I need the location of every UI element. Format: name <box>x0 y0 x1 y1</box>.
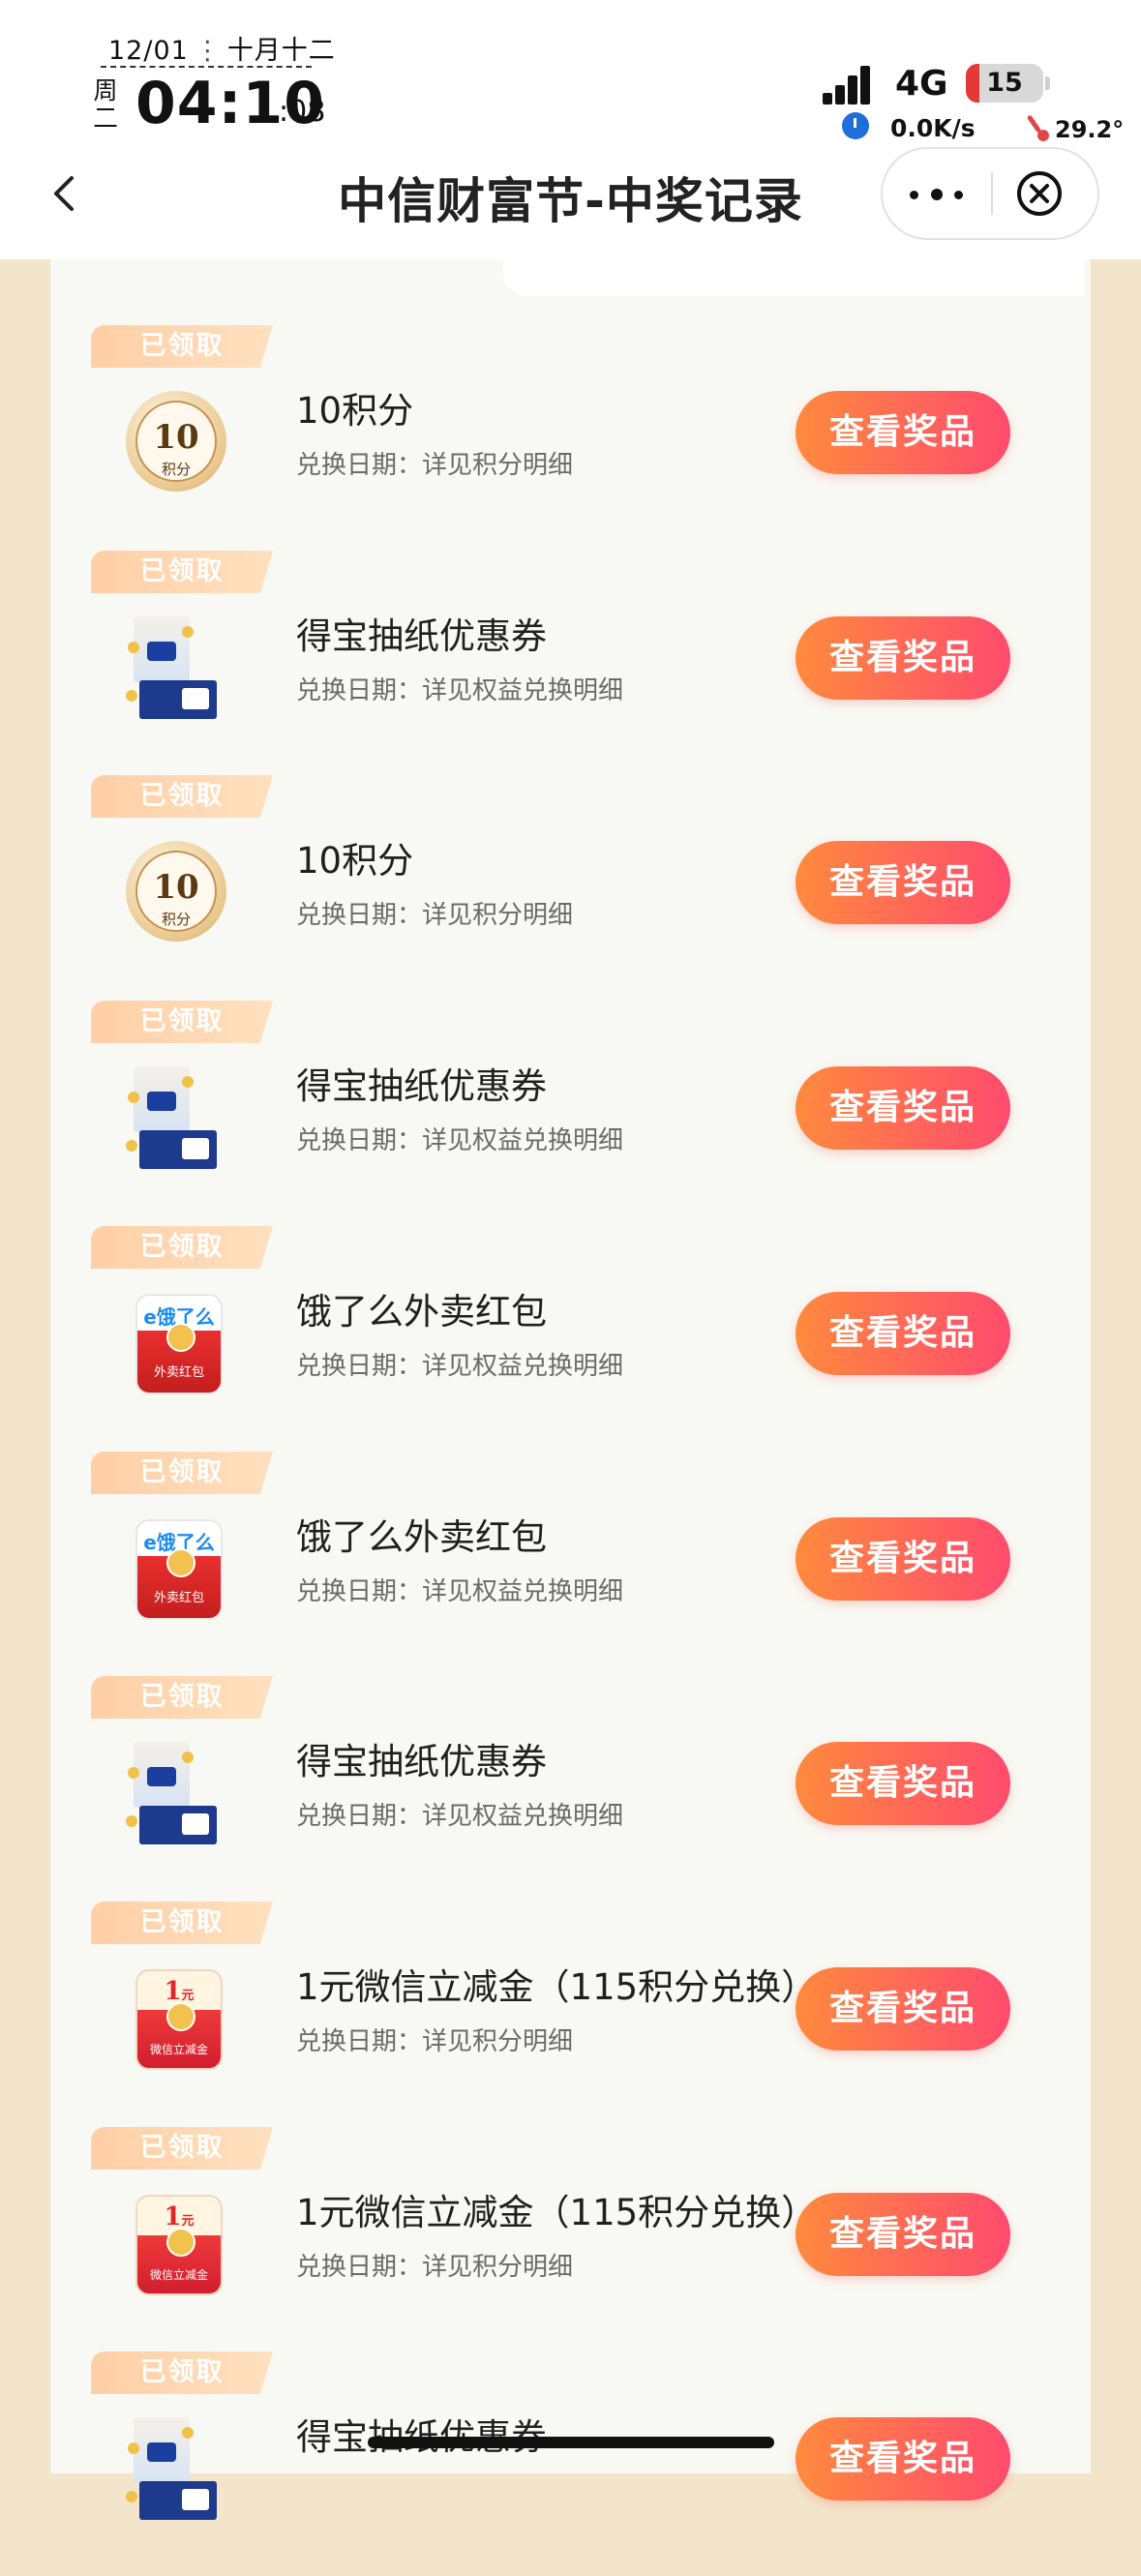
status-date: 12/01 ⋮ 十月十二 <box>108 36 336 66</box>
prize-name: 得宝抽纸优惠券 <box>296 1065 547 1107</box>
prize-name: 1元微信立减金（115积分兑换） <box>296 1966 818 2008</box>
points-coin-icon: 10 积分 <box>122 387 230 495</box>
prize-name: 10积分 <box>296 390 414 432</box>
view-prize-button[interactable]: 查看奖品 <box>796 616 1010 700</box>
cash-label: 微信立减金 <box>149 2268 208 2282</box>
cash-label: 微信立减金 <box>149 2043 208 2056</box>
prize-name: 10积分 <box>296 840 414 882</box>
redeem-date: 兑换日期：详见积分明细 <box>296 901 574 930</box>
record-row: 已领取 e饿了么 外卖红包 饿了么外卖红包 兑换日期：详见权益兑换明细 查看奖品 <box>50 1226 1091 1451</box>
wechat-cash-icon: 1元 微信立减金 <box>122 1963 230 2072</box>
cash-unit: 元 <box>181 2214 195 2229</box>
coin-unit: 积分 <box>161 461 191 478</box>
redeem-date: 兑换日期：详见积分明细 <box>296 451 574 480</box>
record-row: 已领取 e饿了么 外卖红包 饿了么外卖红包 兑换日期：详见权益兑换明细 查看奖品 <box>50 1452 1091 1676</box>
clock-seconds: :08 <box>279 95 326 129</box>
coin-value: 10 <box>153 418 199 457</box>
alarm-icon <box>842 112 869 139</box>
tissue-pack-icon <box>122 613 230 721</box>
lunar-date-text: 十月十二 <box>226 36 336 66</box>
hongbao-icon: e饿了么 外卖红包 <box>122 1288 230 1396</box>
signal-icon <box>823 66 871 105</box>
close-circle-icon[interactable] <box>1016 170 1063 217</box>
weekday-bottom: 一 <box>93 113 118 141</box>
redeem-date: 兑换日期：详见权益兑换明细 <box>296 1802 624 1831</box>
temperature: 29.2° <box>1055 116 1125 143</box>
view-prize-button[interactable]: 查看奖品 <box>796 1292 1010 1375</box>
record-row: 已领取 1元 微信立减金 1元微信立减金（115积分兑换） 兑换日期：详见积分明… <box>50 2127 1091 2351</box>
record-row: 已领取 10 积分 10积分 兑换日期：详见积分明细 查看奖品 <box>50 325 1091 550</box>
weekday: 周 一 <box>93 77 118 141</box>
weekday-top: 周 <box>93 76 118 105</box>
view-prize-button[interactable]: 查看奖品 <box>796 1066 1010 1150</box>
mini-program-capsule <box>881 147 1099 240</box>
view-prize-button[interactable]: 查看奖品 <box>796 1967 1010 2051</box>
date-divider <box>101 66 312 68</box>
redeem-date: 兑换日期：详见权益兑换明细 <box>296 1126 624 1155</box>
more-dots-icon[interactable] <box>883 149 991 238</box>
hongbao-icon: e饿了么 外卖红包 <box>122 1513 230 1622</box>
record-row: 已领取 10 积分 10积分 兑换日期：详见积分明细 查看奖品 <box>50 775 1091 1000</box>
prize-name: 饿了么外卖红包 <box>296 1291 547 1333</box>
hongbao-label: 外卖红包 <box>153 1365 204 1380</box>
record-row: 已领取 1元 微信立减金 1元微信立减金（115积分兑换） 兑换日期：详见积分明… <box>50 1902 1091 2126</box>
battery-icon: 15 <box>966 64 1043 103</box>
view-prize-button[interactable]: 查看奖品 <box>796 1517 1010 1601</box>
title-bar: 中信财富节-中奖记录 <box>0 145 1141 259</box>
home-indicator[interactable] <box>368 2437 774 2448</box>
status-bar: 12/01 ⋮ 十月十二 周 一 04:10 :08 4G 15 0.0K/s 29… <box>0 0 1141 145</box>
prize-name: 得宝抽纸优惠券 <box>296 1741 547 1782</box>
prize-name: 饿了么外卖红包 <box>296 1516 547 1558</box>
coin-unit: 积分 <box>161 911 191 928</box>
view-prize-button[interactable]: 查看奖品 <box>796 2193 1010 2276</box>
redeem-date: 兑换日期：详见权益兑换明细 <box>296 1577 624 1606</box>
network-type: 4G <box>895 64 948 104</box>
tissue-pack-icon <box>122 2413 230 2522</box>
wechat-cash-icon: 1元 微信立减金 <box>122 2189 230 2297</box>
redeem-date: 兑换日期：详见权益兑换明细 <box>296 676 624 705</box>
record-row: 已领取 得宝抽纸优惠券 兑换日期：详见权益兑换明细 查看奖品 <box>50 1001 1091 1225</box>
redeem-date: 兑换日期：详见积分明细 <box>296 2253 574 2282</box>
hongbao-label: 外卖红包 <box>153 1591 204 1605</box>
redeem-date: 兑换日期：详见权益兑换明细 <box>296 1352 624 1381</box>
record-row: 已领取 得宝抽纸优惠券 兑换日期：详见权益兑换明细 查看奖品 <box>50 551 1091 775</box>
view-prize-button[interactable]: 查看奖品 <box>796 2417 1010 2501</box>
battery-level: 15 <box>986 68 1023 98</box>
status-badge: 已领取 <box>91 1902 273 1944</box>
prize-name: 1元微信立减金（115积分兑换） <box>296 2192 818 2233</box>
net-speed: 0.0K/s <box>890 114 976 142</box>
status-badge: 已领取 <box>91 775 273 818</box>
prize-name: 得宝抽纸优惠券 <box>296 2408 547 2460</box>
record-row: 已领取 得宝抽纸优惠券 兑换日期：详见权益兑换明细 查看奖品 <box>50 1676 1091 1901</box>
coin-value: 10 <box>153 868 199 907</box>
view-prize-button[interactable]: 查看奖品 <box>796 1742 1010 1825</box>
tissue-pack-icon <box>122 1063 230 1171</box>
capsule-divider <box>991 172 993 215</box>
status-badge: 已领取 <box>91 1226 273 1269</box>
status-badge: 已领取 <box>91 1452 273 1494</box>
status-badge: 已领取 <box>91 2127 273 2170</box>
battery-tip <box>1045 76 1050 90</box>
status-badge: 已领取 <box>91 2351 273 2394</box>
view-prize-button[interactable]: 查看奖品 <box>796 841 1010 924</box>
panel-header-strip <box>503 259 1084 296</box>
status-badge: 已领取 <box>91 1001 273 1043</box>
status-badge: 已领取 <box>91 551 273 593</box>
thermometer-icon <box>1024 114 1049 141</box>
redeem-date: 兑换日期：详见积分明细 <box>296 2027 574 2056</box>
record-row: 已领取 得宝抽纸优惠券 查看奖品 <box>50 2351 1091 2576</box>
status-badge: 已领取 <box>91 1676 273 1719</box>
date-text: 12/01 <box>108 36 189 66</box>
prize-name: 得宝抽纸优惠券 <box>296 615 547 657</box>
cash-unit: 元 <box>181 1989 195 2003</box>
points-coin-icon: 10 积分 <box>122 837 230 945</box>
view-prize-button[interactable]: 查看奖品 <box>796 391 1010 474</box>
status-badge: 已领取 <box>91 325 273 368</box>
tissue-pack-icon <box>122 1738 230 1846</box>
